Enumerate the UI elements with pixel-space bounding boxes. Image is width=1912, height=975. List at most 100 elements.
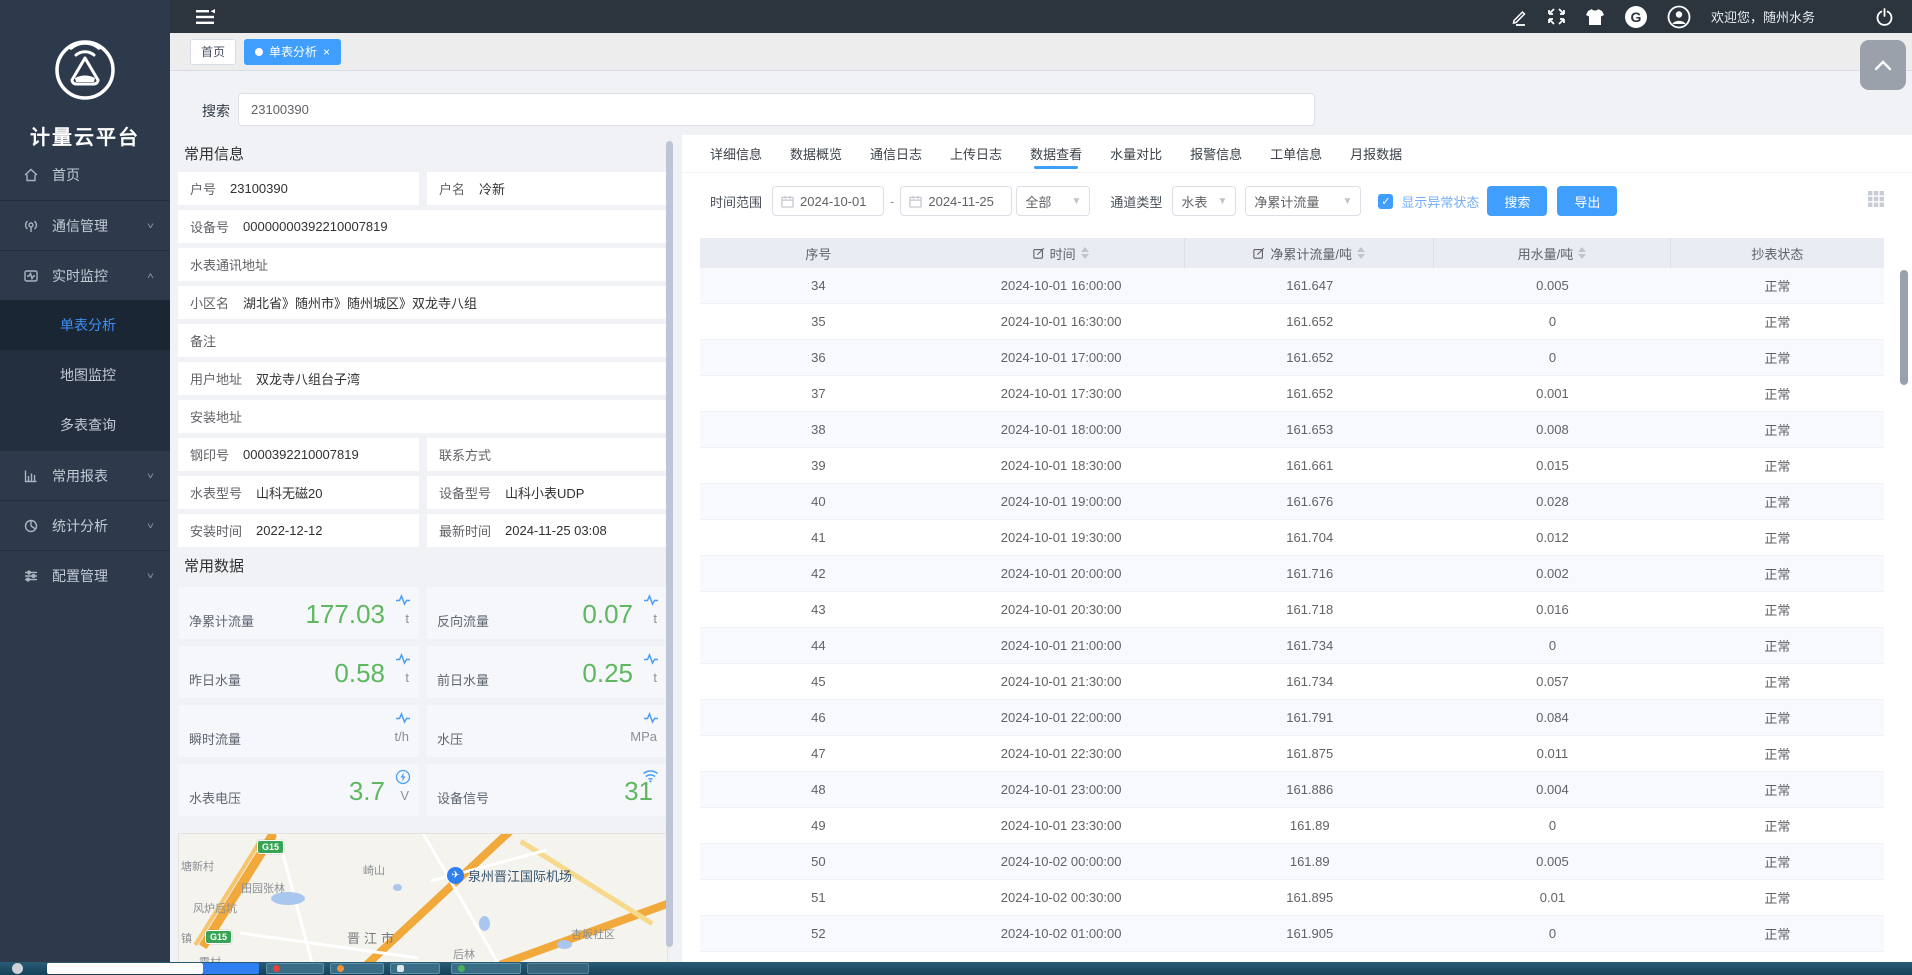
stat-card: 3.7 V 水表电压 bbox=[178, 763, 420, 817]
table-row[interactable]: 47 2024-10-01 22:30:00 161.875 0.011 正常 bbox=[700, 736, 1884, 772]
power-icon[interactable] bbox=[1875, 7, 1894, 26]
panel-tab[interactable]: 详细信息 bbox=[710, 135, 762, 173]
edit-icon[interactable] bbox=[1510, 8, 1528, 26]
search-input[interactable] bbox=[238, 93, 1315, 126]
abnormal-checkbox[interactable]: ✓ bbox=[1378, 194, 1393, 209]
taskbar-app-4[interactable] bbox=[451, 963, 521, 974]
taskbar-app-2[interactable] bbox=[330, 963, 384, 974]
active-dot bbox=[255, 48, 263, 56]
cell-status: 正常 bbox=[1671, 924, 1884, 943]
sidebar-subitem[interactable]: 地图监控 bbox=[0, 350, 170, 400]
table-row[interactable]: 39 2024-10-01 18:30:00 161.661 0.015 正常 bbox=[700, 448, 1884, 484]
channel-select[interactable]: 水表 ▼ bbox=[1172, 186, 1236, 216]
map-water bbox=[393, 884, 402, 891]
monitor-icon bbox=[22, 267, 40, 285]
interval-select[interactable]: 全部 ▼ bbox=[1016, 186, 1090, 216]
sidebar-item-communication[interactable]: 通信管理 ˅ bbox=[0, 200, 170, 250]
panel-tab[interactable]: 数据查看 bbox=[1030, 135, 1082, 173]
header-time[interactable]: 时间 bbox=[937, 238, 1186, 268]
search-button[interactable]: 搜索 bbox=[1487, 186, 1547, 216]
date-from-input[interactable]: 2024-10-01 bbox=[772, 186, 884, 216]
table-row[interactable]: 37 2024-10-01 17:30:00 161.652 0.001 正常 bbox=[700, 376, 1884, 412]
sidebar-toggle-icon[interactable] bbox=[196, 9, 216, 25]
panel-tab[interactable]: 工单信息 bbox=[1270, 135, 1322, 173]
cell-time: 2024-10-01 17:30:00 bbox=[937, 386, 1186, 401]
table-row[interactable]: 38 2024-10-01 18:00:00 161.653 0.008 正常 bbox=[700, 412, 1884, 448]
map[interactable]: 塘新村 田园张林 崎山 风炉后坑 镇 晋江市 后林 杏坂社区 霞村 G15 G1… bbox=[178, 833, 668, 971]
table-row[interactable]: 43 2024-10-01 20:30:00 161.718 0.016 正常 bbox=[700, 592, 1884, 628]
header-usage[interactable]: 用水量/吨 bbox=[1434, 238, 1671, 268]
theme-icon[interactable] bbox=[1585, 8, 1605, 26]
stat-icon bbox=[643, 710, 659, 731]
panel-tab[interactable]: 月报数据 bbox=[1350, 135, 1402, 173]
panel-tab[interactable]: 上传日志 bbox=[950, 135, 1002, 173]
tag-home[interactable]: 首页 bbox=[190, 39, 236, 65]
sidebar-item-config[interactable]: 配置管理 ˅ bbox=[0, 550, 170, 600]
metric-select[interactable]: 净累计流量 ▼ bbox=[1245, 186, 1361, 216]
sort-icons[interactable] bbox=[1081, 247, 1089, 259]
tag-active[interactable]: 单表分析 × bbox=[244, 39, 341, 65]
sidebar-item-statistics[interactable]: 统计分析 ˅ bbox=[0, 500, 170, 550]
cell-usage: 0 bbox=[1434, 926, 1671, 941]
taskbar-search[interactable] bbox=[47, 963, 203, 974]
cell-status: 正常 bbox=[1671, 384, 1884, 403]
table-row[interactable]: 40 2024-10-01 19:00:00 161.676 0.028 正常 bbox=[700, 484, 1884, 520]
chevron-up-icon bbox=[1874, 59, 1892, 71]
table-row[interactable]: 51 2024-10-02 00:30:00 161.895 0.01 正常 bbox=[700, 880, 1884, 916]
column-settings-icon[interactable] bbox=[1868, 191, 1884, 212]
table-row[interactable]: 46 2024-10-01 22:00:00 161.791 0.084 正常 bbox=[700, 700, 1884, 736]
sidebar-item-reports[interactable]: 常用报表 ˅ bbox=[0, 450, 170, 500]
panel-tab[interactable]: 水量对比 bbox=[1110, 135, 1162, 173]
calendar-icon bbox=[781, 195, 794, 208]
sidebar-subitem-label: 单表分析 bbox=[60, 315, 154, 335]
close-icon[interactable]: × bbox=[323, 46, 330, 58]
map-place-label: 塘新村 bbox=[181, 858, 214, 874]
taskbar-app-1[interactable] bbox=[266, 963, 324, 974]
table-row[interactable]: 45 2024-10-01 21:30:00 161.734 0.057 正常 bbox=[700, 664, 1884, 700]
date-to-input[interactable]: 2024-11-25 bbox=[900, 186, 1012, 216]
cell-usage: 0.005 bbox=[1434, 854, 1671, 869]
table-row[interactable]: 35 2024-10-01 16:30:00 161.652 0 正常 bbox=[700, 304, 1884, 340]
os-taskbar[interactable] bbox=[0, 962, 1912, 975]
table-row[interactable]: 36 2024-10-01 17:00:00 161.652 0 正常 bbox=[700, 340, 1884, 376]
start-button[interactable] bbox=[12, 963, 23, 974]
back-to-top-button[interactable] bbox=[1860, 40, 1906, 90]
airport-marker[interactable]: ✈ 泉州晋江国际机场 bbox=[447, 866, 572, 885]
sort-icons[interactable] bbox=[1357, 247, 1365, 259]
language-icon[interactable]: G bbox=[1625, 6, 1647, 28]
panel-tab[interactable]: 通信日志 bbox=[870, 135, 922, 173]
header-total[interactable]: 净累计流量/吨 bbox=[1185, 238, 1434, 268]
taskbar-app-3[interactable] bbox=[390, 963, 440, 974]
table-scrollbar-thumb[interactable] bbox=[1900, 270, 1908, 385]
table-row[interactable]: 48 2024-10-01 23:00:00 161.886 0.004 正常 bbox=[700, 772, 1884, 808]
pulse-icon bbox=[395, 592, 411, 608]
data-table: 序号 时间 净累计流量/吨 用水量/吨 抄表状态 bbox=[700, 238, 1884, 975]
sidebar-item-home[interactable]: 首页 bbox=[0, 150, 170, 200]
sidebar-item-realtime[interactable]: 实时监控 ˄ bbox=[0, 250, 170, 300]
table-row[interactable]: 52 2024-10-02 01:00:00 161.905 0 正常 bbox=[700, 916, 1884, 952]
stat-value: 177.03 bbox=[305, 599, 385, 630]
chevron-down-icon: ▼ bbox=[1217, 196, 1227, 207]
sidebar-subitem[interactable]: 多表查询 bbox=[0, 400, 170, 450]
panel-tab[interactable]: 数据概览 bbox=[790, 135, 842, 173]
info-field: 联系方式 bbox=[427, 438, 668, 471]
left-panel-scrollbar[interactable] bbox=[666, 137, 673, 971]
table-row[interactable]: 44 2024-10-01 21:00:00 161.734 0 正常 bbox=[700, 628, 1884, 664]
sidebar-subitem[interactable]: 单表分析 bbox=[0, 300, 170, 350]
info-field: 水表通讯地址 bbox=[178, 248, 668, 281]
scrollbar-thumb[interactable] bbox=[666, 141, 673, 947]
avatar[interactable] bbox=[1667, 5, 1691, 29]
sort-icons[interactable] bbox=[1578, 247, 1586, 259]
table-row[interactable]: 41 2024-10-01 19:30:00 161.704 0.012 正常 bbox=[700, 520, 1884, 556]
table-row[interactable]: 42 2024-10-01 20:00:00 161.716 0.002 正常 bbox=[700, 556, 1884, 592]
table-row[interactable]: 49 2024-10-01 23:30:00 161.89 0 正常 bbox=[700, 808, 1884, 844]
fullscreen-icon[interactable] bbox=[1548, 8, 1565, 25]
taskbar-app-5[interactable] bbox=[527, 963, 589, 974]
export-button[interactable]: 导出 bbox=[1557, 186, 1617, 216]
table-row[interactable]: 50 2024-10-02 00:00:00 161.89 0.005 正常 bbox=[700, 844, 1884, 880]
panel-tab[interactable]: 报警信息 bbox=[1190, 135, 1242, 173]
field-label: 最新时间 bbox=[439, 521, 491, 540]
cell-usage: 0.002 bbox=[1434, 566, 1671, 581]
table-row[interactable]: 34 2024-10-01 16:00:00 161.647 0.005 正常 bbox=[700, 268, 1884, 304]
taskbar-search-button[interactable] bbox=[203, 963, 259, 974]
